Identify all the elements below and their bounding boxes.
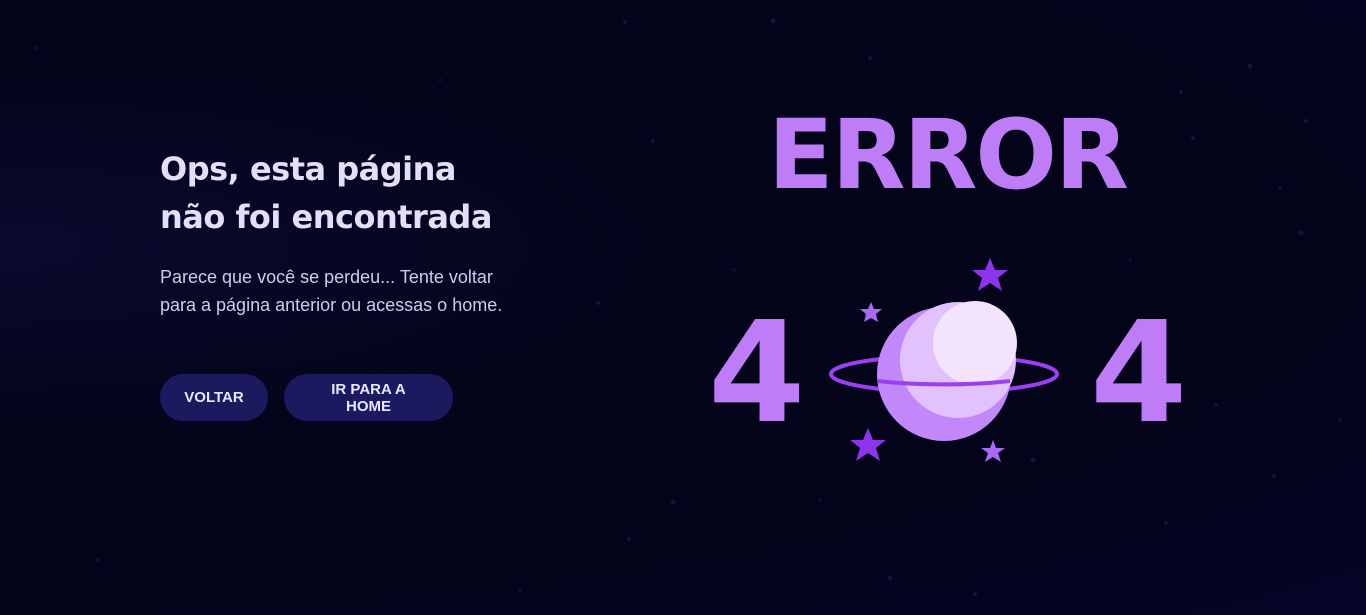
- message-block: Ops, esta página não foi encontrada Pare…: [160, 145, 580, 319]
- star-icon: [860, 302, 882, 322]
- title-line-2: não foi encontrada: [160, 198, 492, 236]
- description-line-1: Parece que você se perdeu... Tente volta…: [160, 267, 493, 287]
- title-line-1: Ops, esta página: [160, 150, 456, 188]
- planet-icon: [829, 301, 1059, 441]
- star-icon: [981, 440, 1005, 462]
- page-description: Parece que você se perdeu... Tente volta…: [160, 263, 580, 319]
- page-title: Ops, esta página não foi encontrada: [160, 145, 580, 241]
- actions: VOLTAR IR PARA A HOME: [160, 374, 453, 421]
- back-button[interactable]: VOLTAR: [160, 374, 268, 421]
- description-line-2: para a página anterior ou acessas o home…: [160, 295, 503, 315]
- planet-illustration: [829, 258, 1059, 462]
- go-home-button[interactable]: IR PARA A HOME: [284, 374, 453, 421]
